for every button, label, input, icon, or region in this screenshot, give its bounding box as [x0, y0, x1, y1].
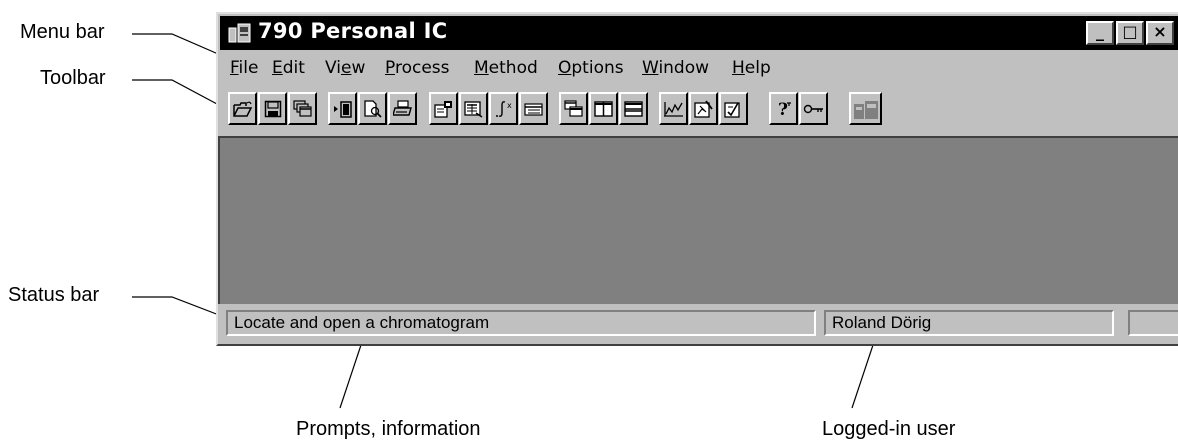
svg-text:x: x	[507, 101, 512, 110]
save-disk-icon	[264, 100, 281, 117]
report-button[interactable]	[459, 92, 488, 125]
report-icon	[463, 100, 482, 118]
help-icon: ?	[778, 100, 791, 118]
status-bar-annotation: Status bar	[8, 284, 100, 306]
tile-horizontal-icon	[623, 100, 643, 117]
key-icon	[803, 104, 823, 113]
integration-icon: x	[495, 101, 512, 117]
toolbar: x ?	[228, 92, 1178, 126]
menu-window[interactable]: Window	[642, 58, 709, 78]
tile-vertical-button[interactable]	[589, 92, 618, 125]
application-window: 790 Personal IC _ □ × File Edit View Pro…	[216, 12, 1178, 346]
copy-windows-button[interactable]	[288, 92, 317, 125]
print-preview-button[interactable]	[358, 92, 387, 125]
menu-options[interactable]: Options	[558, 58, 624, 78]
open-folder-icon	[232, 101, 252, 117]
minimize-icon: _	[1096, 22, 1104, 41]
menu-method[interactable]: Method	[474, 58, 538, 78]
send-to-device-button[interactable]	[328, 92, 357, 125]
status-prompt: Locate and open a chromatogram	[226, 310, 816, 336]
close-icon: ×	[1153, 22, 1167, 41]
svg-text:?: ?	[778, 100, 788, 118]
status-extra	[1128, 310, 1178, 336]
menu-help[interactable]: Help	[732, 58, 771, 78]
chromatogram-edit-button[interactable]	[659, 92, 688, 125]
tile-horizontal-button[interactable]	[619, 92, 648, 125]
close-button[interactable]: ×	[1146, 21, 1174, 45]
menu-bar: File Edit View Process Method Options Wi…	[222, 58, 1178, 84]
menu-view[interactable]: View	[325, 58, 365, 78]
menu-edit[interactable]: Edit	[272, 58, 305, 78]
key-button[interactable]	[799, 92, 828, 125]
print-button[interactable]	[388, 92, 417, 125]
send-to-device-icon	[333, 100, 352, 118]
chromatogram-edit-icon	[663, 101, 683, 117]
properties-icon	[433, 100, 452, 118]
print-icon	[392, 99, 412, 116]
menu-process[interactable]: Process	[385, 58, 450, 78]
title-bar[interactable]: 790 Personal IC _ □ ×	[220, 16, 1178, 50]
mdi-workspace[interactable]	[218, 136, 1178, 304]
user-annotation: Logged-in user	[822, 418, 956, 440]
user-leader	[851, 335, 877, 409]
method-edit-button[interactable]	[719, 92, 748, 125]
maximize-button[interactable]: □	[1116, 21, 1144, 45]
cascade-windows-button[interactable]	[559, 92, 588, 125]
save-button[interactable]	[258, 92, 287, 125]
device-button	[849, 92, 882, 125]
open-button[interactable]	[228, 92, 257, 125]
copy-windows-icon	[292, 99, 312, 117]
prompts-annotation: Prompts, information	[296, 418, 481, 440]
minimize-button[interactable]: _	[1086, 21, 1114, 45]
tile-vertical-icon	[593, 100, 613, 117]
prompts-leader	[339, 335, 365, 409]
menu-file[interactable]: File	[230, 58, 258, 78]
cascade-windows-icon	[563, 99, 583, 117]
status-user: Roland Dörig	[824, 310, 1114, 336]
app-icon[interactable]	[228, 22, 252, 49]
toolbar-annotation: Toolbar	[40, 67, 106, 89]
calibration-edit-button[interactable]	[689, 92, 718, 125]
integration-button[interactable]: x	[489, 92, 518, 125]
maximize-icon: □	[1122, 22, 1138, 41]
status-bar: Locate and open a chromatogram Roland Dö…	[218, 306, 1178, 344]
device-icon	[853, 100, 878, 119]
properties-button[interactable]	[429, 92, 458, 125]
table-icon	[523, 102, 543, 116]
method-edit-icon	[723, 101, 740, 118]
help-button[interactable]: ?	[769, 92, 798, 125]
menu-bar-annotation: Menu bar	[20, 21, 105, 43]
calibration-edit-icon	[693, 99, 713, 118]
window-title: 790 Personal IC	[258, 19, 448, 43]
table-button[interactable]	[519, 92, 548, 125]
print-preview-icon	[363, 99, 382, 118]
